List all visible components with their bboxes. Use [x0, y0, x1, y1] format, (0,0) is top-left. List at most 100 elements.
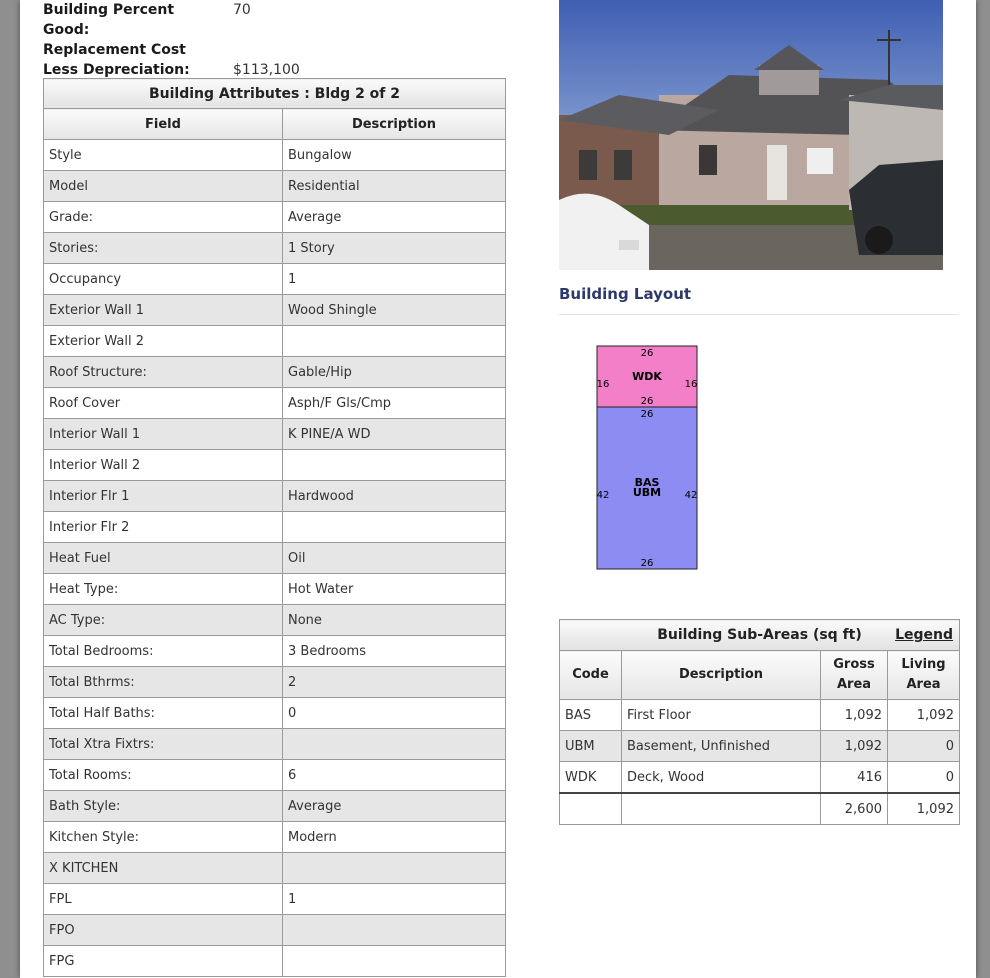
table-caption: Building Attributes : Bldg 2 of 2 — [43, 78, 506, 109]
attribute-field: Roof Cover — [43, 387, 283, 419]
attribute-field: Total Half Baths: — [43, 697, 283, 729]
attribute-field: Grade: — [43, 201, 283, 233]
sub-area-description: Deck, Wood — [621, 761, 821, 794]
attribute-field: Heat Type: — [43, 573, 283, 605]
attribute-description: K PINE/A WD — [282, 418, 506, 450]
summary-row: Replacement Cost — [43, 40, 513, 60]
sketch-area-label: WDK — [632, 370, 662, 383]
table-row: BAS First Floor 1,092 1,092 — [559, 699, 960, 731]
header-line: Area — [836, 677, 872, 692]
attribute-field: Exterior Wall 2 — [43, 325, 283, 357]
attribute-field: Kitchen Style: — [43, 821, 283, 853]
column-header-field: Field — [43, 108, 283, 140]
sub-area-description: First Floor — [621, 699, 821, 731]
sketch-area-label: UBM — [633, 486, 661, 499]
column-header-gross-area: Gross Area — [820, 650, 888, 700]
total-gross: 2,600 — [820, 792, 888, 825]
attribute-field: Total Bedrooms: — [43, 635, 283, 667]
table-row: Model Residential — [43, 170, 506, 202]
attribute-field: Roof Structure: — [43, 356, 283, 388]
attribute-description: Gable/Hip — [282, 356, 506, 388]
table-row: Total Rooms: 6 — [43, 759, 506, 791]
attribute-field: AC Type: — [43, 604, 283, 636]
summary-label: Building Percent — [43, 2, 175, 18]
table-row: Total Bthrms: 2 — [43, 666, 506, 698]
sketch-dim-label: 42 — [597, 490, 610, 501]
summary-row: Good: — [43, 20, 513, 40]
attribute-description: 0 — [282, 697, 506, 729]
table-row: Interior Flr 1 Hardwood — [43, 480, 506, 512]
building-photo-image — [559, 0, 943, 270]
table-row: Roof Structure: Gable/Hip — [43, 356, 506, 388]
table-row: Exterior Wall 2 — [43, 325, 506, 357]
sub-area-code: WDK — [559, 761, 622, 794]
table-row: FPL 1 — [43, 883, 506, 915]
attribute-field: Stories: — [43, 232, 283, 264]
table-row: Bath Style: Average — [43, 790, 506, 822]
attribute-field: Interior Flr 1 — [43, 480, 283, 512]
table-row: Grade: Average — [43, 201, 506, 233]
attribute-description: Oil — [282, 542, 506, 574]
sketch-dim-label: 42 — [685, 490, 698, 501]
attribute-field: Bath Style: — [43, 790, 283, 822]
summary-label: Replacement Cost — [43, 42, 186, 58]
table-row: WDK Deck, Wood 416 0 — [559, 761, 960, 794]
legend-link[interactable]: Legend — [895, 627, 953, 643]
sub-area-description: Basement, Unfinished — [621, 730, 821, 762]
attribute-description — [282, 852, 506, 884]
attribute-field: FPG — [43, 945, 283, 977]
sketch-dim-label: 16 — [597, 379, 610, 390]
attribute-description: Average — [282, 790, 506, 822]
attribute-field: Total Xtra Fixtrs: — [43, 728, 283, 760]
summary-label: Less Depreciation: — [43, 62, 190, 78]
table-row: Total Xtra Fixtrs: — [43, 728, 506, 760]
table-row: FPG — [43, 945, 506, 977]
sub-area-gross: 1,092 — [820, 699, 888, 731]
sub-area-code: UBM — [559, 730, 622, 762]
attribute-field: Interior Wall 2 — [43, 449, 283, 481]
sub-area-living: 1,092 — [887, 699, 960, 731]
sketch-dim-label: 26 — [641, 409, 654, 420]
attribute-description: Average — [282, 201, 506, 233]
sketch-dim-label: 26 — [641, 558, 654, 569]
attribute-description — [282, 914, 506, 946]
building-attributes-table: Building Attributes : Bldg 2 of 2 Field … — [43, 78, 506, 977]
table-row: Stories: 1 Story — [43, 232, 506, 264]
table-row: Style Bungalow — [43, 139, 506, 171]
attribute-field: Occupancy — [43, 263, 283, 295]
sub-area-gross: 416 — [820, 761, 888, 794]
attribute-field: FPL — [43, 883, 283, 915]
sub-area-gross: 1,092 — [820, 730, 888, 762]
table-row: Interior Wall 2 — [43, 449, 506, 481]
attribute-description: 1 Story — [282, 232, 506, 264]
attribute-description — [282, 511, 506, 543]
sub-area-code: BAS — [559, 699, 622, 731]
attribute-description: 2 — [282, 666, 506, 698]
sketch-dim-label: 26 — [641, 348, 654, 359]
valuation-summary: Building Percent 70 Good: Replacement Cos… — [43, 0, 513, 80]
header-line: Living — [901, 657, 946, 672]
column-header-code: Code — [559, 650, 622, 700]
sketch-dim-label: 26 — [641, 396, 654, 407]
table-row: FPO — [43, 914, 506, 946]
attribute-description: Wood Shingle — [282, 294, 506, 326]
sub-area-living: 0 — [887, 730, 960, 762]
table-row: AC Type: None — [43, 604, 506, 636]
attribute-field: Heat Fuel — [43, 542, 283, 574]
total-empty — [621, 792, 821, 825]
attribute-field: Model — [43, 170, 283, 202]
table-row: Roof Cover Asph/F Gls/Cmp — [43, 387, 506, 419]
table-row: Kitchen Style: Modern — [43, 821, 506, 853]
attribute-field: Exterior Wall 1 — [43, 294, 283, 326]
summary-row: Less Depreciation: $113,100 — [43, 60, 513, 80]
attribute-field: Style — [43, 139, 283, 171]
building-layout-title: Building Layout — [559, 285, 692, 303]
attribute-field: Total Rooms: — [43, 759, 283, 791]
totals-row: 2,600 1,092 — [559, 792, 960, 825]
total-living: 1,092 — [887, 792, 960, 825]
attribute-description: 6 — [282, 759, 506, 791]
attribute-description: Hot Water — [282, 573, 506, 605]
table-row: Total Bedrooms: 3 Bedrooms — [43, 635, 506, 667]
total-empty — [559, 792, 622, 825]
attribute-field: X KITCHEN — [43, 852, 283, 884]
